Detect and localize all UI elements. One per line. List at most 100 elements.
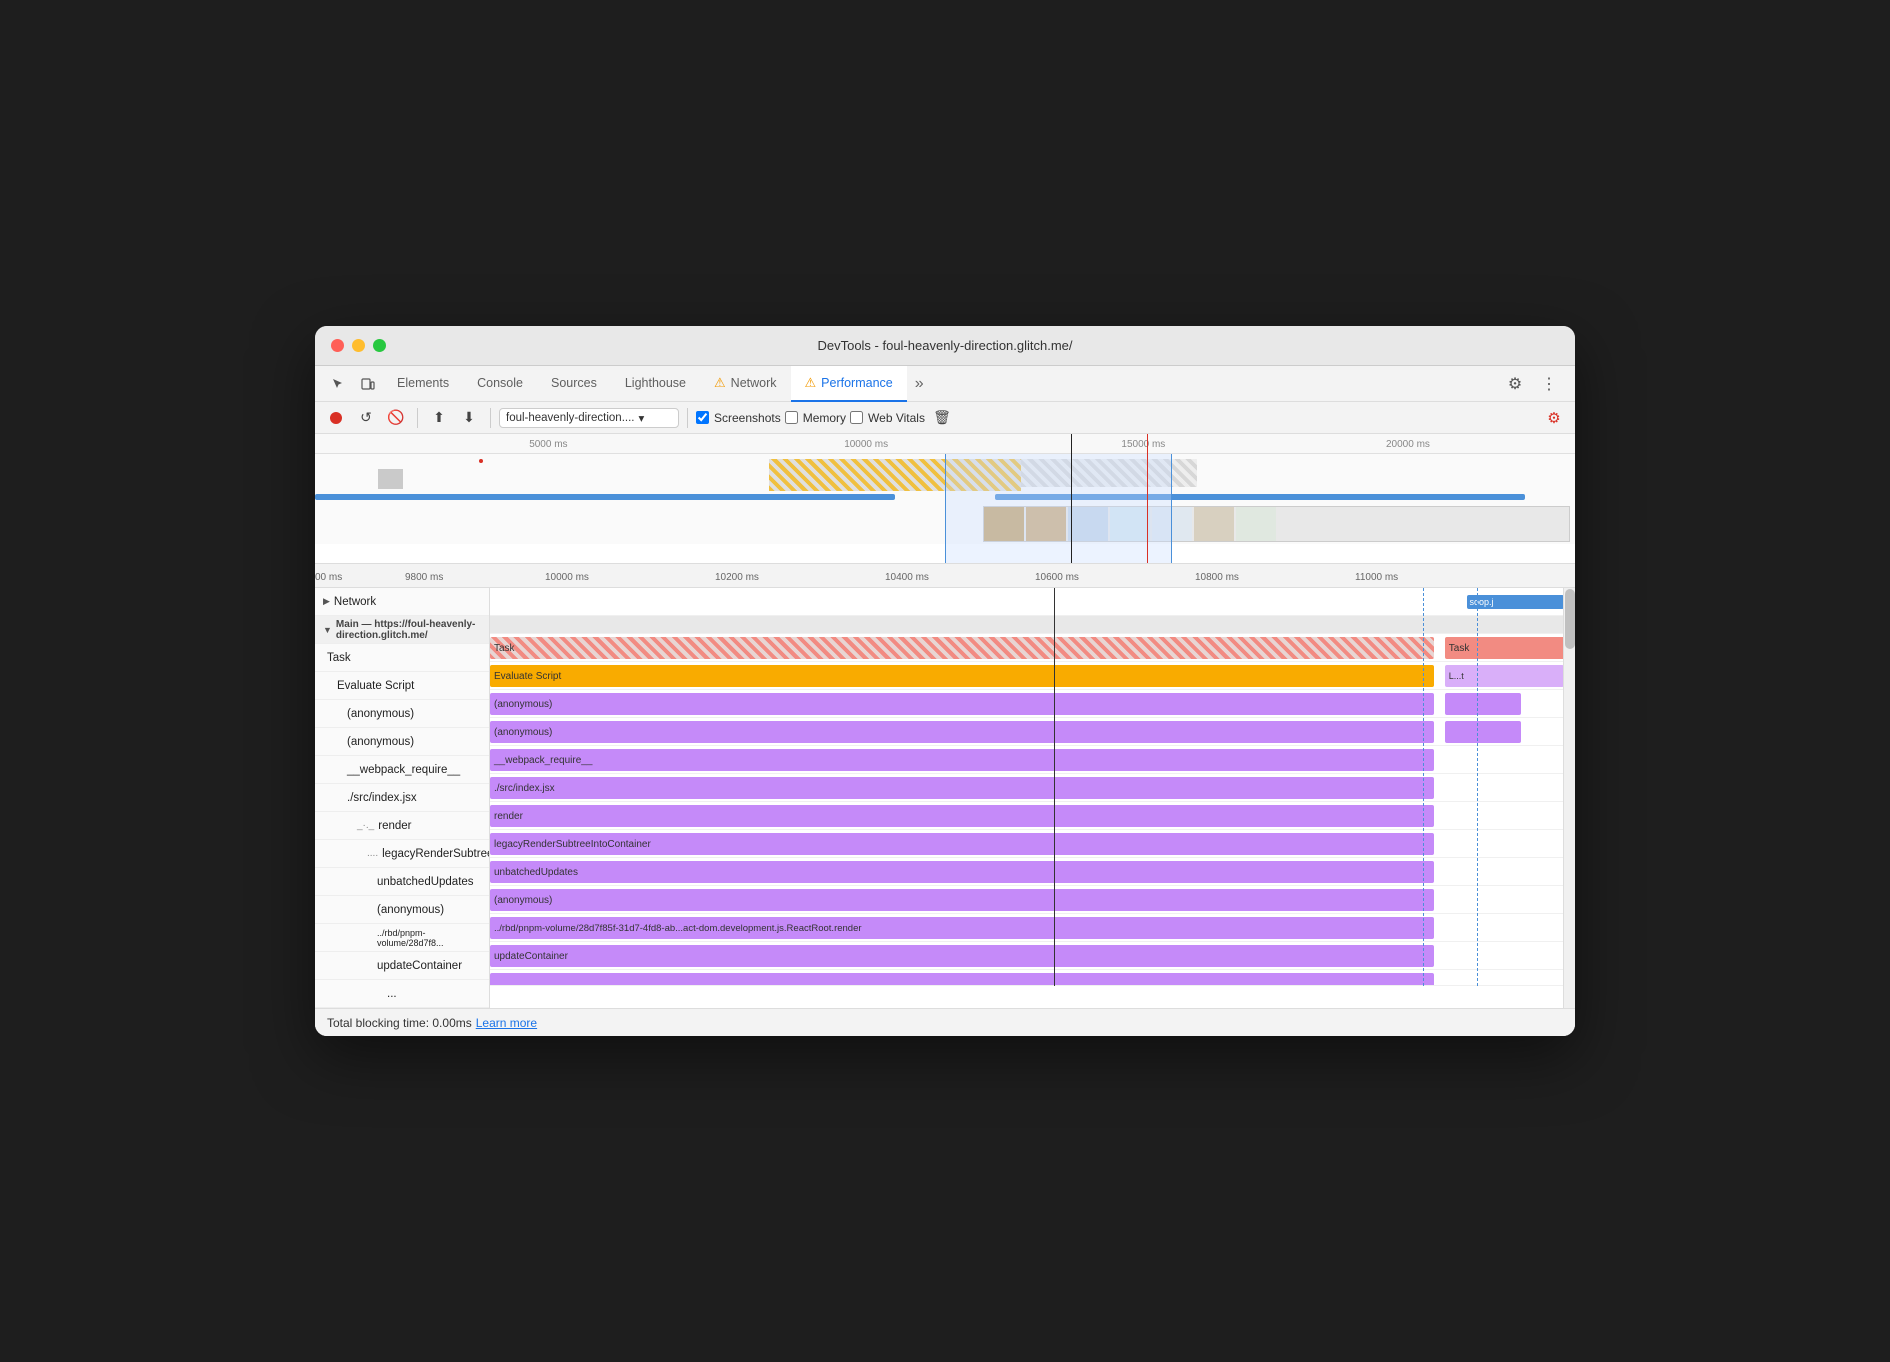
zoom-mark-11000: 11000 ms [1355,572,1398,583]
screenshots-checkbox[interactable]: Screenshots [696,411,781,425]
row-anon1-text: (anonymous) [347,708,414,720]
row-label-more[interactable]: ... [315,980,489,1008]
row-label-render[interactable]: _·._ render [315,812,489,840]
web-vitals-checkbox[interactable]: Web Vitals [850,411,925,425]
tab-console[interactable]: Console [463,366,537,402]
network-item-soop[interactable]: soop.j [1467,595,1565,609]
row-render-text: render [378,820,411,832]
network-warning-icon: ⚠ [714,375,726,391]
tab-lighthouse-label: Lighthouse [625,376,686,390]
tab-bar: Elements Console Sources Lighthouse ⚠ Ne… [315,366,1575,402]
row-unbatched-text: unbatchedUpdates [377,876,474,888]
zoom-mark-10600: 10600 ms [1035,572,1079,583]
tab-console-label: Console [477,376,523,390]
minimize-button[interactable] [352,339,365,352]
flame-row-update: updateContainer [490,942,1575,970]
row-evaluate-text: Evaluate Script [337,680,414,692]
memory-checkbox-input[interactable] [785,411,798,424]
flame-bar-task[interactable]: Task [490,637,1434,659]
row-anon3-text: (anonymous) [377,904,444,916]
net-blue-bar-1 [315,494,895,500]
flame-row-anon2: (anonymous) [490,718,1575,746]
timeline-overview[interactable]: 5000 ms 10000 ms 15000 ms 20000 ms CPU N… [315,434,1575,564]
more-tabs-button[interactable]: » [907,375,932,393]
flame-bar-rbd[interactable]: ../rbd/pnpm-volume/28d7f85f-31d7-4fd8-ab… [490,917,1434,939]
screenshots-checkbox-input[interactable] [696,411,709,424]
flame-bar-render[interactable]: render [490,805,1434,827]
cpu-spike-1 [378,469,403,489]
row-label-update[interactable]: updateContainer [315,952,489,980]
flame-bar-evaluate-right[interactable]: L...t [1445,665,1564,687]
flame-anon1-label: (anonymous) [494,699,552,710]
performance-toolbar: ↺ 🚫 ⬆ ⬇ foul-heavenly-direction.... ▾ Sc… [315,402,1575,434]
flame-bar-anon1-right[interactable] [1445,693,1521,715]
network-track-label[interactable]: ▶ Network [315,588,489,616]
performance-warning-icon: ⚠ [805,375,817,391]
row-label-legacy[interactable]: .... legacyRenderSubtreeIntoContainer [315,840,489,868]
row-label-unbatched[interactable]: unbatchedUpdates [315,868,489,896]
device-toggle-icon[interactable] [353,370,383,398]
close-button[interactable] [331,339,344,352]
screenshot-thumb-1 [984,507,1024,541]
ruler-15000: 15000 ms [1121,439,1165,450]
record-button[interactable] [323,405,349,431]
tracks-content[interactable]: soop.j Task Task [490,588,1575,1008]
main-collapse-icon: ▼ [323,625,332,635]
flame-row-evaluate: Evaluate Script L...t [490,662,1575,690]
timeline-marker-black [1071,434,1072,563]
separator-1 [417,408,418,428]
flame-bar-anon2-right[interactable] [1445,721,1521,743]
flame-bar-anon1[interactable]: (anonymous) [490,693,1434,715]
flame-anon3-label: (anonymous) [494,895,552,906]
flame-task-label: Task [494,643,515,654]
upload-button[interactable]: ⬆ [426,405,452,431]
learn-more-link[interactable]: Learn more [476,1016,537,1030]
web-vitals-checkbox-input[interactable] [850,411,863,424]
flame-bar-unbatched[interactable]: unbatchedUpdates [490,861,1434,883]
row-label-evaluate[interactable]: Evaluate Script [315,672,489,700]
clear-button[interactable]: 🚫 [383,405,409,431]
net-blue-bar-2 [995,494,1524,500]
screenshot-thumb-4 [1110,507,1150,541]
tab-performance[interactable]: ⚠ Performance [791,366,907,402]
reload-record-button[interactable]: ↺ [353,405,379,431]
flame-bar-update[interactable]: updateContainer [490,945,1434,967]
performance-settings-button[interactable]: ⚙ [1541,405,1567,431]
flame-bar-anon3[interactable]: (anonymous) [490,889,1434,911]
main-track-label[interactable]: ▼ Main — https://foul-heavenly-direction… [315,616,489,644]
row-label-rbd[interactable]: ../rbd/pnpm-volume/28d7f8... [315,924,489,952]
flame-task-right-label: Task [1449,643,1470,654]
flame-row-task: Task Task [490,634,1575,662]
row-label-task[interactable]: Task [315,644,489,672]
settings-icon[interactable]: ⚙ [1501,370,1529,398]
vertical-scrollbar[interactable] [1563,588,1575,1008]
trash-button[interactable]: 🗑 [929,405,955,431]
cpu-task-bar [769,459,1021,491]
memory-checkbox[interactable]: Memory [785,411,846,425]
row-label-anon2[interactable]: (anonymous) [315,728,489,756]
zoom-mark-9800: 9800 ms [405,572,443,583]
scrollbar-thumb[interactable] [1565,589,1575,649]
zoom-mark-10800: 10800 ms [1195,572,1239,583]
url-select[interactable]: foul-heavenly-direction.... ▾ [499,408,679,428]
flame-bar-webpack[interactable]: __webpack_require__ [490,749,1434,771]
more-options-icon[interactable]: ⋮ [1535,370,1563,398]
download-button[interactable]: ⬇ [456,405,482,431]
flame-bar-more[interactable] [490,973,1434,986]
flame-bar-task-right[interactable]: Task [1445,637,1575,659]
tab-sources[interactable]: Sources [537,366,611,402]
tab-elements[interactable]: Elements [383,366,463,402]
row-label-anon1[interactable]: (anonymous) [315,700,489,728]
tab-lighthouse[interactable]: Lighthouse [611,366,700,402]
row-label-index[interactable]: ./src/index.jsx [315,784,489,812]
flame-bar-evaluate[interactable]: Evaluate Script [490,665,1434,687]
row-label-anon3[interactable]: (anonymous) [315,896,489,924]
flame-row-main-header [490,616,1575,634]
cursor-icon[interactable] [323,370,353,398]
flame-bar-legacy[interactable]: legacyRenderSubtreeIntoContainer [490,833,1434,855]
flame-bar-anon2[interactable]: (anonymous) [490,721,1434,743]
flame-bar-index[interactable]: ./src/index.jsx [490,777,1434,799]
maximize-button[interactable] [373,339,386,352]
tab-network[interactable]: ⚠ Network [700,366,791,402]
row-label-webpack[interactable]: __webpack_require__ [315,756,489,784]
